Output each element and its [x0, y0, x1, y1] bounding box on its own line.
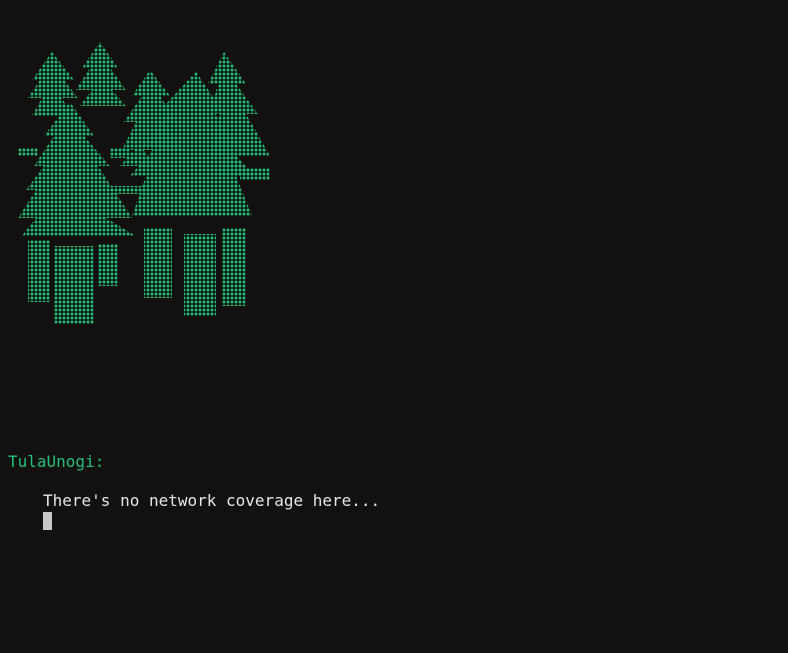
- pixel-forest-icon: [18, 42, 270, 324]
- dialog-message: There's no network coverage here...: [43, 491, 381, 510]
- text-cursor: [43, 512, 52, 530]
- speaker-name: TulaUnogi:: [8, 452, 105, 471]
- terminal-window[interactable]: TulaUnogi: There's no network coverage h…: [0, 0, 788, 653]
